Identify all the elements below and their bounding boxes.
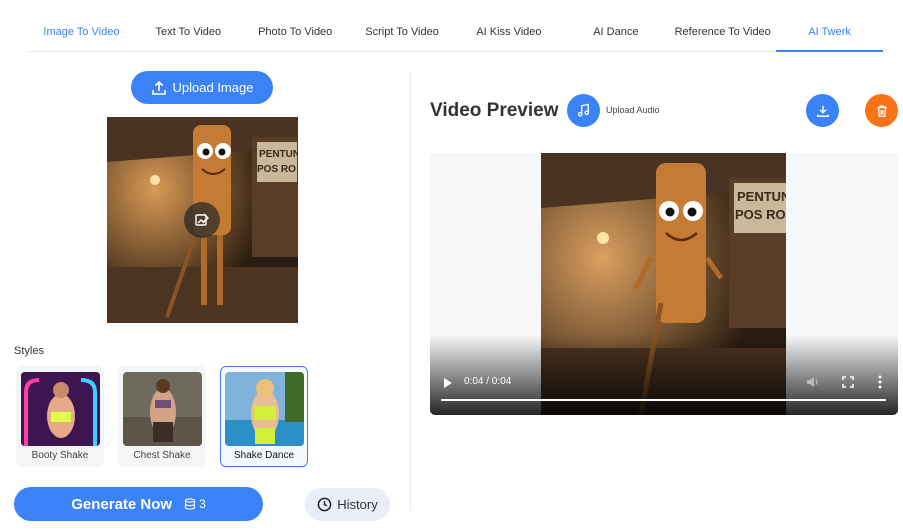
history-label: History	[337, 497, 378, 512]
upload-audio-label[interactable]: Upload Audio	[606, 105, 660, 115]
style-name: Chest Shake	[133, 450, 191, 461]
panel-divider	[410, 70, 411, 510]
delete-button[interactable]	[865, 94, 898, 127]
coin-stack-icon	[185, 498, 196, 510]
tab-ai-kiss-video[interactable]: AI Kiss Video	[456, 12, 563, 51]
tab-ai-twerk[interactable]: AI Twerk	[776, 12, 883, 52]
trash-icon	[876, 105, 887, 117]
history-button[interactable]: History	[305, 488, 390, 521]
generate-label: Generate Now	[71, 495, 173, 513]
tab-bar: Image To Video Text To Video Photo To Vide…	[28, 12, 883, 52]
upload-image-label: Upload Image	[172, 80, 254, 95]
style-thumbnail	[123, 372, 202, 446]
style-thumbnail	[225, 372, 304, 446]
clock-icon	[317, 497, 332, 512]
music-note-icon	[577, 103, 590, 117]
style-card-chest-shake[interactable]: Chest Shake	[118, 366, 206, 467]
edit-image-icon	[195, 213, 209, 226]
tab-image-to-video[interactable]: Image To Video	[28, 12, 135, 51]
style-name: Shake Dance	[233, 450, 295, 461]
tab-photo-to-video[interactable]: Photo To Video	[242, 12, 349, 51]
tab-text-to-video[interactable]: Text To Video	[135, 12, 242, 51]
download-button[interactable]	[806, 94, 839, 127]
video-time: 0:04 / 0:04	[464, 376, 512, 387]
svg-text:POS RO: POS RO	[257, 164, 296, 175]
video-progress-bar[interactable]	[441, 399, 886, 401]
svg-text:PENTUN: PENTUN	[259, 149, 298, 160]
style-thumbnail	[21, 372, 100, 446]
upload-icon	[151, 80, 166, 95]
credit-count: 3	[199, 497, 206, 511]
change-image-button[interactable]	[184, 202, 220, 238]
tab-script-to-video[interactable]: Script To Video	[349, 12, 456, 51]
video-player[interactable]: PENTUN POS RO 0:04 / 0:04	[430, 153, 898, 415]
upload-image-button[interactable]: Upload Image	[131, 71, 273, 104]
play-icon[interactable]	[443, 377, 453, 389]
generate-now-button[interactable]: Generate Now 3	[14, 487, 263, 521]
upload-audio-button[interactable]	[567, 94, 600, 127]
credit-cost: 3	[184, 497, 206, 511]
styles-heading: Styles	[14, 345, 44, 357]
uploaded-image-preview[interactable]: PENTUN POS RO	[107, 117, 298, 323]
style-card-booty-shake[interactable]: Booty Shake	[16, 366, 104, 467]
volume-icon[interactable]	[806, 376, 820, 388]
video-controls: 0:04 / 0:04	[430, 153, 898, 415]
fullscreen-icon[interactable]	[842, 376, 854, 388]
download-icon	[816, 105, 829, 117]
more-options-icon[interactable]	[878, 375, 882, 389]
tab-ai-dance[interactable]: AI Dance	[562, 12, 669, 51]
tab-reference-to-video[interactable]: Reference To Video	[669, 12, 776, 51]
style-name: Booty Shake	[31, 450, 89, 461]
style-card-shake-dance[interactable]: Shake Dance	[220, 366, 308, 467]
video-preview-title: Video Preview	[430, 100, 559, 121]
